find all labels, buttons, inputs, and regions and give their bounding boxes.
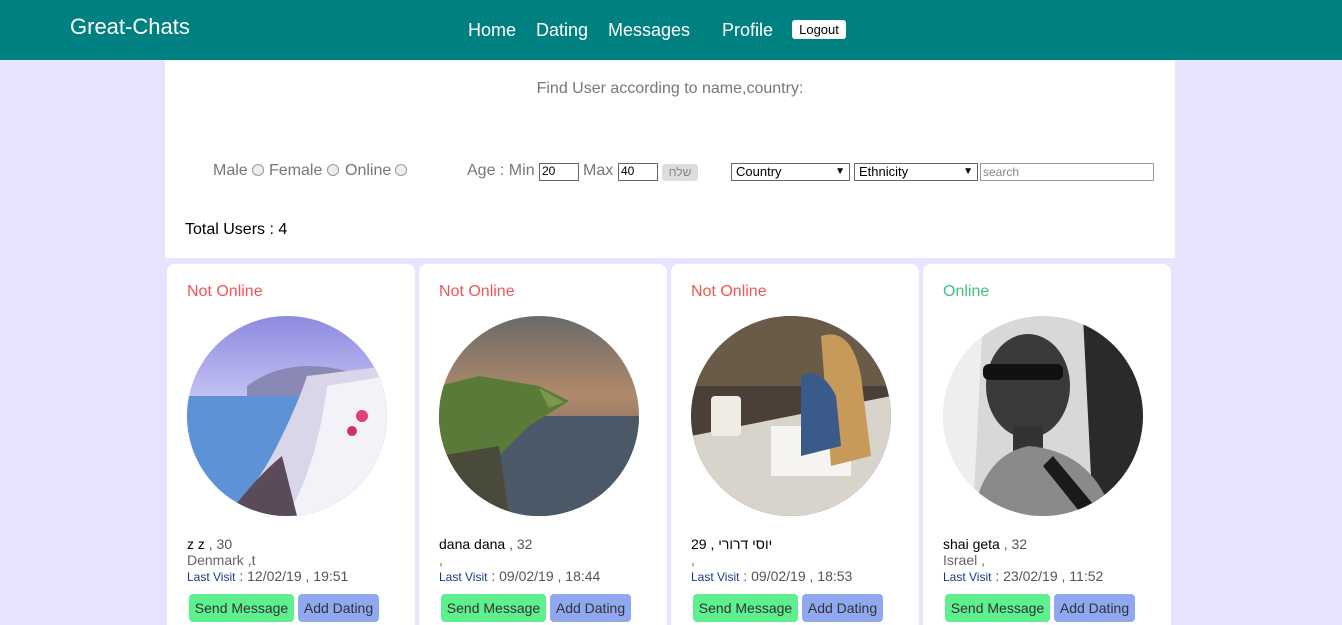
user-name-text[interactable]: shai geta	[943, 536, 1000, 552]
send-message-button[interactable]: Send Message	[441, 594, 546, 622]
nav-profile[interactable]: Profile	[722, 20, 773, 41]
country-select-value: Country	[736, 164, 782, 179]
add-dating-button[interactable]: Add Dating	[1054, 594, 1135, 622]
online-label: Online	[345, 162, 392, 179]
last-visit-value: : 23/02/19 , 11:52	[991, 568, 1104, 584]
user-age: , 30	[204, 536, 233, 552]
last-visit: Last Visit : 09/02/19 , 18:53	[691, 568, 852, 584]
user-name: 29 , יוסי דרורי	[691, 536, 772, 552]
nav-home[interactable]: Home	[468, 20, 516, 41]
last-visit: Last Visit : 12/02/19 , 19:51	[187, 568, 348, 584]
user-name: shai geta , 32	[943, 536, 1027, 552]
last-visit-label: Last Visit	[943, 570, 992, 584]
male-radio[interactable]	[252, 164, 264, 176]
add-dating-button[interactable]: Add Dating	[550, 594, 631, 622]
user-location: ,	[691, 552, 695, 568]
user-location: ,	[439, 552, 443, 568]
nav-messages[interactable]: Messages	[608, 20, 690, 41]
user-location: Israel ,	[943, 552, 986, 568]
status-badge: Not Online	[691, 283, 767, 300]
nav-dating[interactable]: Dating	[536, 20, 588, 41]
navbar: Great-Chats Home Dating Messages Profile…	[0, 0, 1342, 60]
last-visit-value: : 12/02/19 , 19:51	[235, 568, 349, 584]
status-badge: Not Online	[187, 283, 263, 300]
logout-button[interactable]: Logout	[792, 20, 846, 39]
last-visit: Last Visit : 09/02/19 , 18:44	[439, 568, 600, 584]
last-visit-label: Last Visit	[439, 570, 488, 584]
user-name: z z , 30	[187, 536, 232, 552]
chevron-down-icon: ▼	[963, 166, 973, 177]
add-dating-button[interactable]: Add Dating	[802, 594, 883, 622]
online-radio[interactable]	[395, 164, 407, 176]
age-max-input[interactable]: 40	[618, 163, 658, 181]
send-message-button[interactable]: Send Message	[945, 594, 1050, 622]
last-visit-label: Last Visit	[187, 570, 236, 584]
total-users: Total Users : 4	[185, 221, 288, 238]
last-visit-label: Last Visit	[691, 570, 740, 584]
search-panel: Find User according to name,country: Mal…	[165, 60, 1175, 258]
age-min-input[interactable]: 20	[539, 163, 579, 181]
brand-logo[interactable]: Great-Chats	[70, 14, 190, 40]
user-age: , 32	[999, 536, 1028, 552]
female-label: Female	[269, 162, 323, 179]
avatar[interactable]	[691, 316, 891, 516]
add-dating-button[interactable]: Add Dating	[298, 594, 379, 622]
male-label: Male	[213, 162, 248, 179]
last-visit: Last Visit : 23/02/19 , 11:52	[943, 568, 1103, 584]
user-card: Online shai geta , 32 Israel , Last Visi…	[923, 264, 1171, 625]
last-visit-value: : 09/02/19 , 18:53	[739, 568, 853, 584]
country-select[interactable]: Country ▼	[731, 163, 850, 181]
female-radio[interactable]	[327, 164, 339, 176]
user-name: dana dana , 32	[439, 536, 532, 552]
age-min-label: Age : Min	[467, 162, 535, 179]
chevron-down-icon: ▼	[835, 166, 845, 177]
send-message-button[interactable]: Send Message	[693, 594, 798, 622]
avatar[interactable]	[943, 316, 1143, 516]
avatar[interactable]	[439, 316, 639, 516]
user-card: Not Online z z , 30 Denmark ,t Last Visi…	[167, 264, 415, 625]
user-age: , 32	[505, 536, 533, 552]
user-card: Not Online 29 , יוסי דרורי , Last Visit …	[671, 264, 919, 625]
filter-send-button[interactable]: שלח	[662, 164, 698, 181]
user-name-text[interactable]: dana dana	[439, 536, 505, 552]
search-title: Find User according to name,country:	[536, 80, 804, 97]
user-name-text[interactable]: z z	[187, 536, 205, 552]
send-message-button[interactable]: Send Message	[189, 594, 294, 622]
avatar[interactable]	[187, 316, 387, 516]
age-max-label: Max	[583, 162, 614, 179]
status-badge: Online	[943, 283, 990, 300]
user-name-text[interactable]: 29 , יוסי דרורי	[691, 536, 772, 552]
ethnicity-select-value: Ethnicity	[859, 164, 909, 179]
user-location: Denmark ,t	[187, 552, 256, 568]
last-visit-value: : 09/02/19 , 18:44	[487, 568, 601, 584]
user-card: Not Online dana dana , 32 , Last Visit :…	[419, 264, 667, 625]
status-badge: Not Online	[439, 283, 515, 300]
search-input[interactable]: search	[980, 163, 1154, 181]
ethnicity-select[interactable]: Ethnicity ▼	[854, 163, 978, 181]
